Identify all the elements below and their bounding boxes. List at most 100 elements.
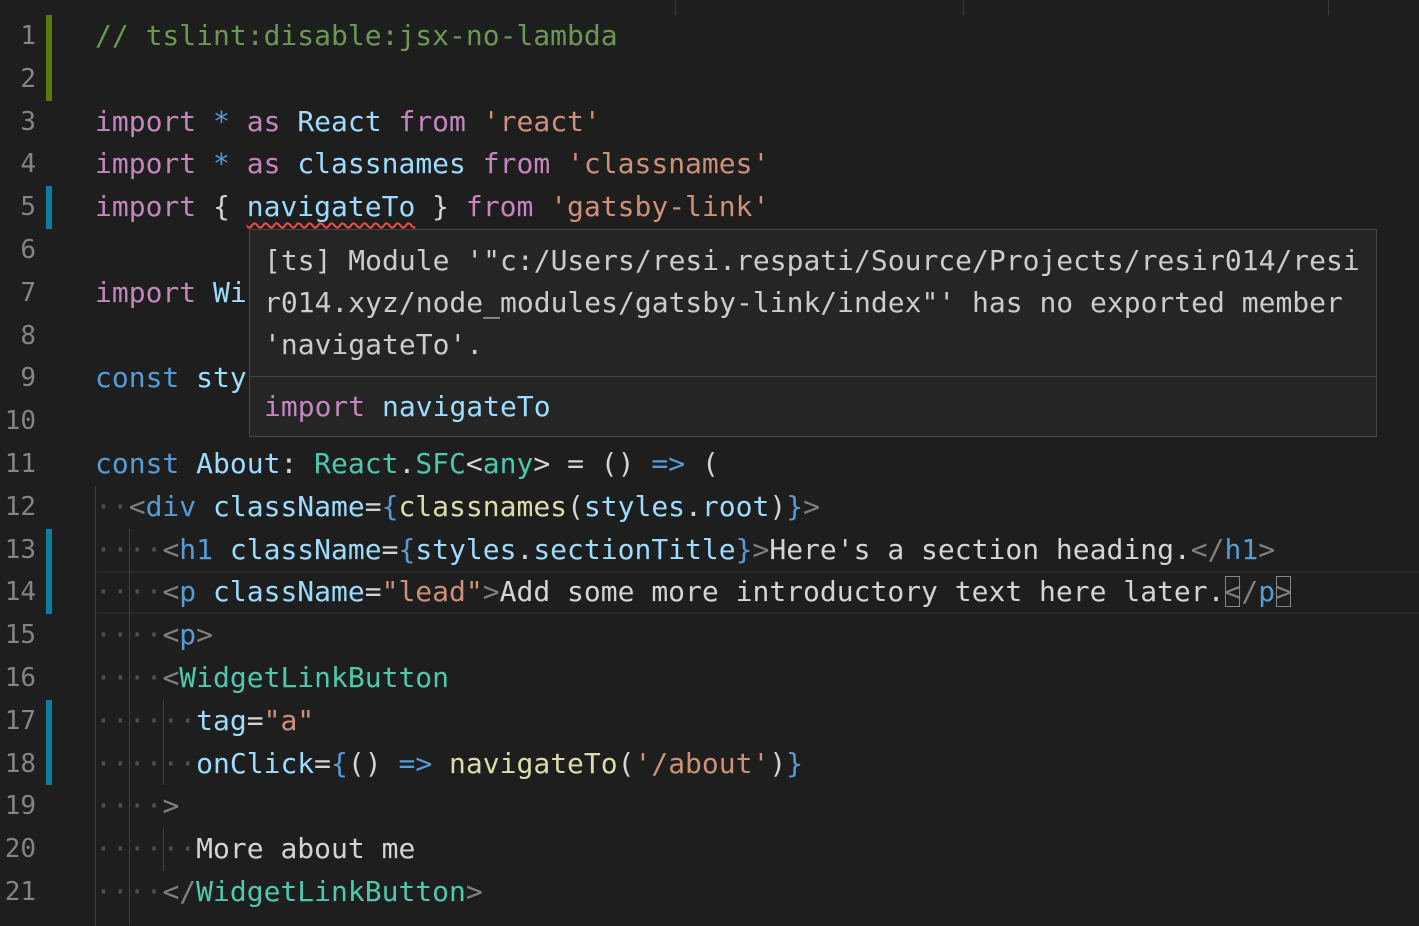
identifier-sectiontitle: sectionTitle <box>533 532 736 566</box>
hover-symbol: navigateTo <box>382 390 551 423</box>
attr-tag: tag <box>196 703 247 737</box>
call-classnames: classnames <box>398 489 568 523</box>
angle-close: > <box>533 447 551 480</box>
equals: = <box>246 703 264 737</box>
tab-divider <box>1328 0 1329 15</box>
code-line-11[interactable]: const About: React.SFC<any> = () => ( <box>95 443 719 486</box>
code-line-12[interactable]: ··<div className={classnames(styles.root… <box>95 486 820 529</box>
dot: . <box>685 489 702 523</box>
dot: . <box>398 447 416 480</box>
tag-p: p <box>1258 575 1276 609</box>
arrow: => <box>398 746 433 780</box>
code-line-13[interactable]: ····<h1 className={styles.sectionTitle}>… <box>95 529 1275 572</box>
code-line-1[interactable]: // tslint:disable:jsx-no-lambda <box>95 15 618 58</box>
identifier-partial: sty <box>196 361 247 395</box>
parens: () <box>600 447 635 480</box>
line-number: 18 <box>4 748 36 779</box>
token-star: * <box>213 104 230 138</box>
jsx-text: Here's a section heading. <box>769 532 1191 566</box>
git-added-marker[interactable] <box>46 15 52 101</box>
brace-close: } <box>786 746 804 780</box>
line-number: 11 <box>4 449 36 479</box>
keyword-const: const <box>95 447 180 480</box>
identifier-partial: Wi <box>213 275 247 309</box>
brace-open: { <box>213 190 230 224</box>
bracket-match: > <box>1275 575 1292 609</box>
string-about: '/about' <box>634 746 770 780</box>
line-number: 21 <box>4 877 36 907</box>
identifier-navigateto-error[interactable]: navigateTo <box>247 190 416 223</box>
line-number: 17 <box>4 705 36 736</box>
code-line-19[interactable]: ····> <box>95 785 179 828</box>
identifier-styles: styles <box>415 532 517 566</box>
code-editor[interactable]: // tslint:disable:jsx-no-lambda import *… <box>95 15 1419 926</box>
git-modified-marker[interactable] <box>46 528 52 615</box>
code-line-14[interactable]: ····<p className="lead">Add some more in… <box>95 571 1292 614</box>
tag-div: div <box>145 489 197 523</box>
brace-open: { <box>331 746 348 780</box>
line-number: 15 <box>4 620 36 651</box>
paren-open: ( <box>567 489 584 523</box>
paren-close: ) <box>769 489 787 523</box>
line-number: 19 <box>4 791 36 822</box>
equals: = <box>381 532 399 566</box>
keyword-import: import <box>95 275 197 309</box>
identifier-styles: styles <box>583 489 686 523</box>
code-line-20[interactable]: ······More about me <box>95 828 415 871</box>
keyword-as: as <box>246 104 281 138</box>
tag-p: p <box>179 575 197 609</box>
type-sfc: SFC <box>415 447 466 480</box>
brace-close: } <box>735 532 753 566</box>
attr-classname: className <box>229 532 382 566</box>
attr-classname: className <box>213 575 365 609</box>
tag-bracket: < <box>128 489 146 523</box>
code-line-18[interactable]: ······onClick={() => navigateTo('/about'… <box>95 743 803 786</box>
hover-code-signature: import navigateTo <box>264 386 551 428</box>
git-modified-marker[interactable] <box>46 186 52 229</box>
line-number: 1 <box>20 21 36 51</box>
tag-slash: / <box>1241 575 1259 609</box>
tag-bracket: > <box>162 789 180 823</box>
code-line-15[interactable]: ····<p> <box>95 614 213 657</box>
code-line-9[interactable]: const sty <box>95 357 247 400</box>
tab-divider <box>963 0 964 15</box>
line-number: 2 <box>20 63 36 94</box>
component-widgetlinkbutton: WidgetLinkButton <box>196 875 466 908</box>
line-number: 5 <box>20 192 36 223</box>
tag-bracket: < <box>162 661 180 694</box>
code-line-17[interactable]: ······tag="a" <box>95 700 314 743</box>
arrow: => <box>651 447 686 480</box>
line-number: 14 <box>4 577 36 608</box>
call-navigateto: navigateTo <box>449 746 618 780</box>
tag-bracket: > <box>1258 532 1276 566</box>
string-lead: "lead" <box>381 575 483 609</box>
tag-h1: h1 <box>179 532 214 566</box>
code-line-5[interactable]: import { navigateTo } from 'gatsby-link' <box>95 186 769 229</box>
attr-onclick: onClick <box>196 746 315 780</box>
error-hover-tooltip[interactable]: [ts] Module '"c:/Users/resi.respati/Sour… <box>249 229 1377 437</box>
identifier-react: React <box>297 104 382 138</box>
line-number: 13 <box>4 534 36 565</box>
code-line-4[interactable]: import * as classnames from 'classnames' <box>95 143 769 186</box>
equals: = <box>567 447 584 480</box>
line-number: 4 <box>20 149 36 180</box>
parens: () <box>347 746 382 780</box>
code-line-3[interactable]: import * as React from 'react' <box>95 101 601 144</box>
tag-bracket: </ <box>1190 532 1225 566</box>
paren-open: ( <box>701 447 719 480</box>
editor-top-strip <box>0 0 1419 15</box>
string-gatsby-link: 'gatsby-link' <box>550 190 770 224</box>
tag-bracket: </ <box>162 875 197 908</box>
git-modified-marker[interactable] <box>46 699 52 786</box>
keyword-import: import <box>95 104 197 138</box>
code-line-7[interactable]: import Wi <box>95 272 247 315</box>
type-react: React <box>314 447 399 480</box>
tab-divider <box>675 0 676 15</box>
code-line-16[interactable]: ····<WidgetLinkButton <box>95 657 449 700</box>
hover-divider <box>250 376 1376 377</box>
equals: = <box>364 489 382 523</box>
tag-bracket: > <box>482 575 500 609</box>
equals: = <box>364 575 382 609</box>
keyword-from: from <box>398 104 466 138</box>
code-line-21[interactable]: ····</WidgetLinkButton> <box>95 871 483 914</box>
